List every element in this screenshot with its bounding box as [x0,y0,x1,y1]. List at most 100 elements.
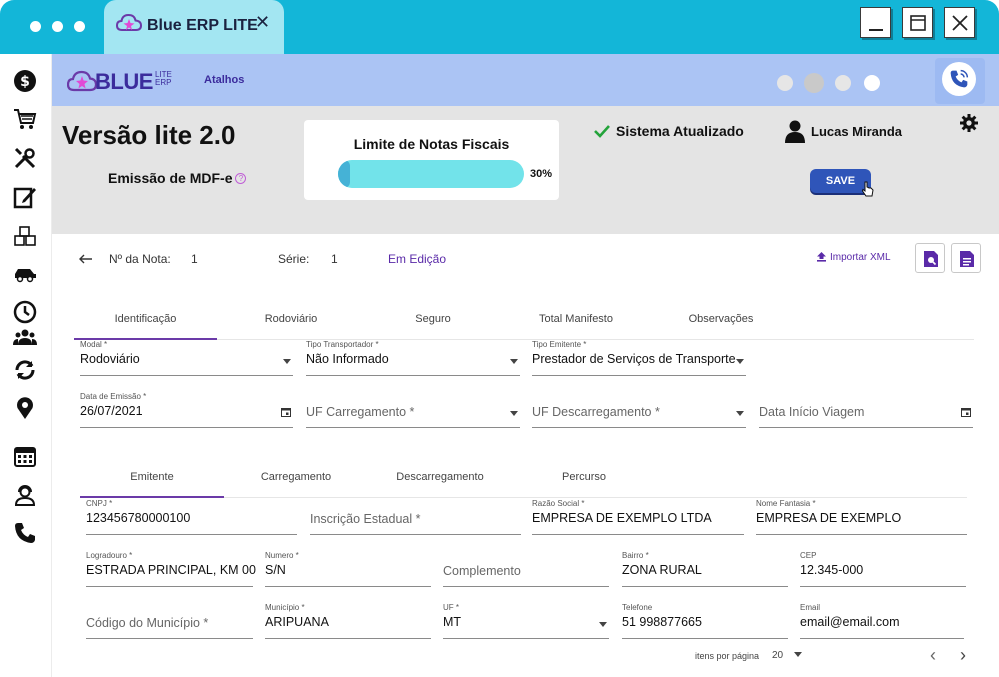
maximize-button[interactable] [902,7,933,38]
dollar-icon[interactable]: $ [13,69,37,93]
phone-icon[interactable] [13,521,37,545]
cart-icon[interactable] [13,107,37,131]
field-label: Município * [265,603,305,612]
carrier-type-select[interactable]: Tipo Transportador * Não Informado [306,340,520,376]
header-dot[interactable] [777,75,793,91]
tab-close-icon[interactable]: ✕ [255,12,270,32]
tools-icon[interactable] [13,146,37,170]
issue-date-field[interactable]: Data de Emissão * 26/07/2021 [80,392,293,428]
tab-identificacao[interactable]: Identificação [74,308,217,340]
items-per-page-select[interactable]: 20 [772,650,802,661]
support-agent-icon[interactable] [13,483,37,507]
help-icon[interactable]: ? [235,173,247,184]
call-button[interactable] [935,58,985,104]
tab-carregamento[interactable]: Carregamento [224,466,368,498]
number-field[interactable]: Numero * S/N [265,551,431,587]
city-field[interactable]: Município * ARIPUANA [265,603,431,639]
logo-subtext: LITE ERP [155,71,172,87]
call-button-ring [942,62,976,96]
document-icon [960,251,974,267]
uf-select[interactable]: UF * MT [443,603,609,639]
field-value: MT [443,615,462,629]
back-arrow-icon[interactable] [79,254,93,264]
app-header: BLUE LITE ERP Atalhos [52,54,999,106]
field-label: CNPJ * [86,499,113,508]
field-value: EMPRESA DE EXEMPLO [756,511,902,525]
phone-field[interactable]: Telefone 51 998877665 [622,603,788,639]
page-subtitle: Emissão de MDF-e? [108,170,247,186]
edit-status: Em Edição [388,252,447,266]
city-code-field[interactable]: Código do Município * [86,603,253,639]
header-dot[interactable] [835,75,851,91]
calendar-icon[interactable] [281,407,291,417]
minimize-button[interactable] [860,7,891,38]
field-label: Nome Fantasia * [756,499,816,508]
car-icon[interactable] [13,262,37,286]
tab-emitente[interactable]: Emitente [80,466,224,498]
minimize-icon [869,29,883,31]
trade-name-field[interactable]: Nome Fantasia * EMPRESA DE EXEMPLO [756,499,967,535]
series-value: 1 [331,252,338,266]
dot [52,21,63,32]
gear-icon[interactable] [960,114,978,132]
close-icon [952,15,968,31]
uf-unloading-select[interactable]: UF Descarregamento * [532,392,746,428]
app-window: Blue ERP LITE ✕ $ BLUE LITE ERP Atalhos … [0,0,999,677]
tab-rodoviario[interactable]: Rodoviário [217,308,365,340]
boxes-icon[interactable] [13,224,37,248]
location-pin-icon[interactable] [13,396,37,420]
issuer-type-select[interactable]: Tipo Emitente * Prestador de Serviços de… [532,340,746,376]
field-label: Bairro * [622,551,649,560]
users-icon[interactable] [13,325,37,349]
cnpj-field[interactable]: CNPJ * 123456780000100 [86,499,297,535]
field-label: Telefone [622,603,653,612]
import-xml-link[interactable]: Importar XML [816,251,891,263]
field-value: Não Informado [306,352,389,366]
uf-loading-select[interactable]: UF Carregamento * [306,392,520,428]
company-name-field[interactable]: Razão Social * EMPRESA DE EXEMPLO LTDA [532,499,744,535]
field-placeholder: Complemento [443,564,521,578]
header-dot[interactable] [864,75,880,91]
zip-code-field[interactable]: CEP 12.345-000 [800,551,966,587]
view-document-button[interactable] [951,243,981,273]
summary-panel: Versão lite 2.0 Emissão de MDF-e? Limite… [52,106,999,234]
next-page-button[interactable]: › [960,645,966,666]
tab-percurso[interactable]: Percurso [512,466,656,498]
district-field[interactable]: Bairro * ZONA RURAL [622,551,788,587]
tab-total-manifesto[interactable]: Total Manifesto [501,308,651,340]
field-value: Prestador de Serviços de Transporte [532,352,736,366]
field-label: Numero * [265,551,299,560]
edit-icon[interactable] [13,185,37,209]
close-button[interactable] [944,7,975,38]
tab-seguro[interactable]: Seguro [365,308,501,340]
logo[interactable]: BLUE LITE ERP [67,68,172,94]
email-field[interactable]: Email email@email.com [800,603,964,639]
main-content: Nº da Nota: 1 Série: 1 Em Edição Importa… [52,234,999,677]
previous-page-button[interactable]: ‹ [930,645,936,666]
tab-descarregamento[interactable]: Descarregamento [368,466,512,498]
maximize-icon [910,15,926,31]
main-tabs: Identificação Rodoviário Seguro Total Ma… [74,308,974,340]
calendar-icon[interactable] [13,444,37,468]
calendar-icon[interactable] [961,407,971,417]
complement-field[interactable]: Complemento [443,551,609,587]
items-per-page-label: itens por página [695,651,760,661]
field-value: email@email.com [800,615,900,629]
trip-start-date-field[interactable]: Data Início Viagem [759,392,973,428]
field-label: Modal * [80,340,108,349]
series-label: Série: [278,252,310,266]
tab-observacoes[interactable]: Observações [651,308,791,340]
header-dot[interactable] [804,73,824,93]
chevron-down-icon [793,652,802,657]
browser-tab[interactable]: Blue ERP LITE ✕ [104,0,284,54]
state-registration-field[interactable]: Inscrição Estadual * [310,499,521,535]
preview-document-button[interactable] [915,243,945,273]
field-value: ZONA RURAL [622,563,702,577]
modal-select[interactable]: Modal * Rodoviário [80,340,293,376]
street-field[interactable]: Logradouro * ESTRADA PRINCIPAL, KM 00 [86,551,256,587]
clock-icon[interactable] [13,300,37,324]
limit-title: Limite de Notas Fiscais [353,136,510,152]
sync-icon[interactable] [13,358,37,382]
shortcuts-link[interactable]: Atalhos [204,74,244,86]
field-value: S/N [265,563,286,577]
